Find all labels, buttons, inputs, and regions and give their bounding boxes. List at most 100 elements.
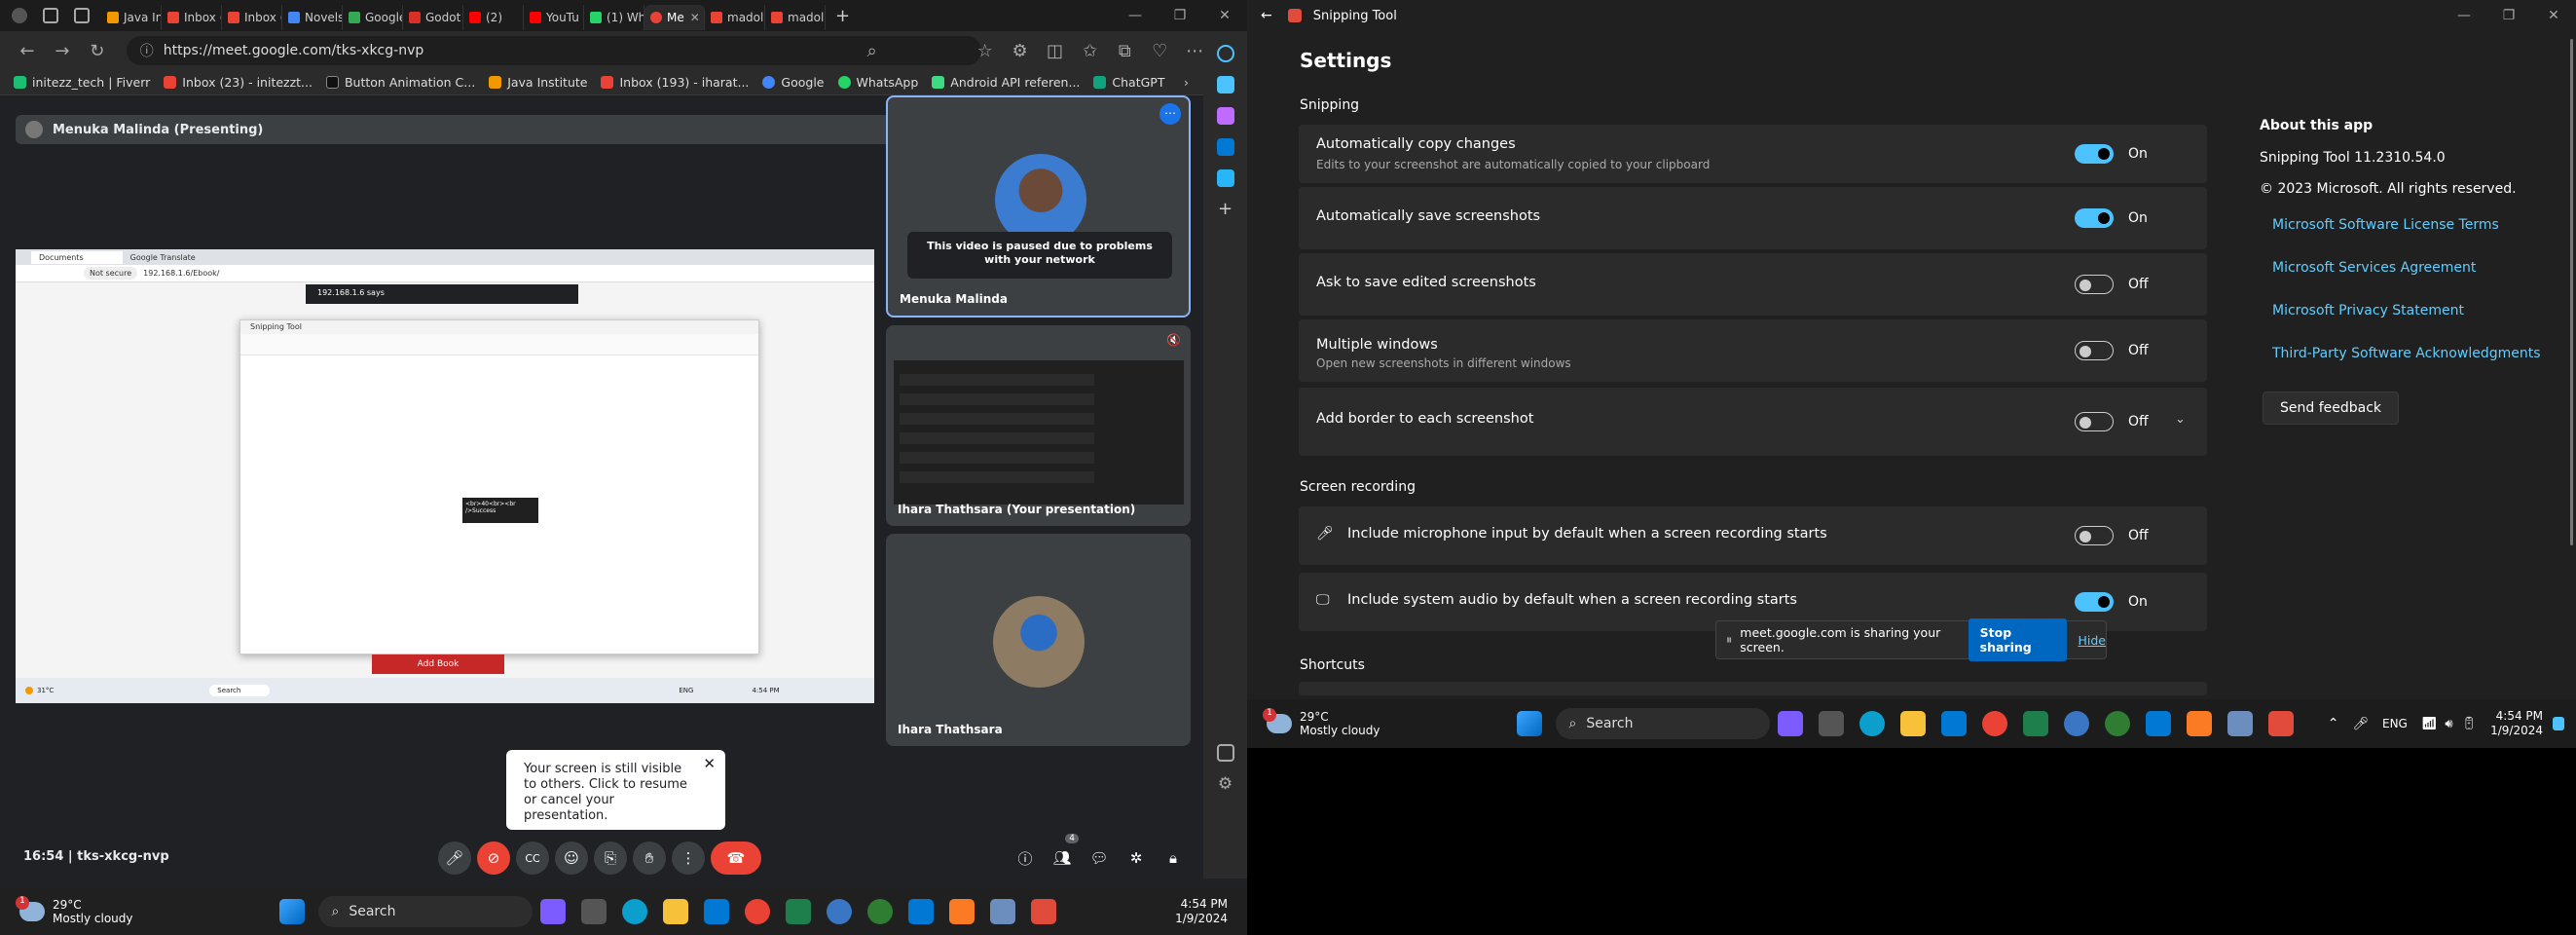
drop-icon[interactable] — [1216, 169, 1234, 187]
tab-google[interactable]: Google — [343, 5, 403, 30]
hide-link[interactable]: Hide — [2079, 633, 2107, 648]
weather-icon[interactable]: 1 — [16, 896, 45, 921]
tab-youtube-1[interactable]: (2) — [463, 5, 524, 30]
more-options-icon[interactable]: ⋯ — [1159, 103, 1181, 125]
hs-icon[interactable] — [866, 899, 893, 924]
back-icon[interactable]: ← — [10, 41, 45, 61]
tab-godot[interactable]: Godot — [403, 5, 463, 30]
tab-madol-2[interactable]: madol — [765, 5, 826, 30]
send-feedback-button[interactable]: Send feedback — [2263, 392, 2399, 425]
chrome-icon[interactable] — [744, 899, 770, 924]
people-button[interactable]: 👥︎ 4 — [1046, 834, 1079, 875]
add-icon[interactable]: + — [1217, 201, 1234, 218]
leave-call-button[interactable]: ☎︎ — [711, 842, 761, 875]
terminal-icon[interactable] — [785, 899, 811, 924]
toggle-switch[interactable] — [2075, 412, 2114, 431]
tab-meet[interactable]: Me ✕ — [644, 5, 705, 30]
services-agreement-link[interactable]: Microsoft Services Agreement — [2272, 260, 2476, 276]
tab-novels[interactable]: Novels — [282, 5, 343, 30]
task-view-icon[interactable] — [1818, 711, 1844, 736]
mail-icon[interactable] — [1940, 711, 1967, 736]
toggle-switch[interactable] — [2075, 526, 2114, 545]
camera-off-button[interactable]: ⊘ — [477, 842, 510, 875]
back-icon[interactable]: ← — [1261, 8, 1272, 23]
tab-whatsapp[interactable]: (1) Wh — [584, 5, 644, 30]
raise-hand-button[interactable]: ✋︎ — [633, 842, 666, 875]
snipping-tool-icon[interactable] — [1030, 899, 1056, 924]
chevron-right-icon[interactable]: › — [1184, 75, 1189, 90]
bookmark-android-api[interactable]: Android API referen... — [932, 75, 1080, 90]
snipping-tool-icon[interactable] — [2267, 711, 2294, 736]
file-explorer-icon[interactable] — [1899, 711, 1926, 736]
profile-icon[interactable] — [12, 8, 27, 23]
toggle-switch[interactable] — [2075, 144, 2114, 164]
drag-handle-icon[interactable]: ⏸ — [1726, 632, 1732, 648]
vertical-tabs-icon[interactable] — [74, 8, 90, 23]
participant-tile-ihara-presentation[interactable]: 🔇 Ihara Thathsara (Your presentation) — [886, 325, 1191, 526]
tab-inbox-2[interactable]: Inbox ( — [222, 5, 282, 30]
microphone-tray-icon[interactable]: 🎤︎ — [2352, 717, 2369, 731]
participant-tile-menuka[interactable]: ⋯ This video is paused due to problems w… — [886, 95, 1191, 318]
captions-button[interactable]: CC — [516, 842, 549, 875]
split-screen-icon[interactable]: ◫ — [1038, 41, 1073, 61]
favorite-icon[interactable]: ☆ — [968, 41, 1003, 61]
battery-icon[interactable]: 🔋︎ — [2461, 717, 2478, 731]
meeting-details-button[interactable]: ⓘ — [1009, 842, 1042, 875]
bookmark-whatsapp[interactable]: WhatsApp — [837, 75, 918, 90]
url-input[interactable]: ⓘ https://meet.google.com/tks-xkcg-nvp — [126, 36, 981, 65]
app-icon[interactable] — [826, 899, 852, 924]
maximize-icon[interactable]: ❐ — [1158, 8, 1202, 23]
toggle-switch[interactable] — [2075, 275, 2114, 294]
clock[interactable]: 4:54 PM 1/9/2024 — [2490, 709, 2543, 738]
chevron-down-icon[interactable]: ⌄ — [2175, 412, 2186, 427]
weather-widget[interactable]: 29°C Mostly cloudy — [53, 898, 133, 925]
start-icon[interactable] — [278, 899, 305, 924]
settings-taskbar-icon[interactable] — [2226, 711, 2253, 736]
bookmark-inbox-193[interactable]: Inbox (193) - iharat... — [601, 75, 749, 90]
weather-icon[interactable]: 1 — [1263, 708, 1292, 733]
weather-widget[interactable]: 29°C Mostly cloudy — [1300, 710, 1380, 737]
settings-taskbar-icon[interactable] — [989, 899, 1015, 924]
edge-icon[interactable] — [1858, 711, 1885, 736]
present-button[interactable]: ⎘ — [594, 842, 627, 875]
setting-multiple-windows[interactable]: Multiple windows Open new screenshots in… — [1299, 319, 2207, 382]
start-icon[interactable] — [1516, 711, 1542, 736]
host-controls-button[interactable]: 🔒︎ — [1157, 842, 1190, 875]
hs-icon[interactable] — [2104, 711, 2130, 736]
setting-ask-to-save[interactable]: Ask to save edited screenshots Off — [1299, 253, 2207, 316]
workspaces-icon[interactable] — [43, 8, 58, 23]
bookmark-inbox-23[interactable]: Inbox (23) - initezzt... — [164, 75, 313, 90]
chat-button[interactable]: 💬︎ — [1083, 842, 1116, 875]
search-input[interactable]: ⌕ Search — [1555, 708, 1770, 739]
new-tab-icon[interactable]: + — [835, 6, 850, 26]
browser-essentials-icon[interactable]: ♡ — [1142, 41, 1177, 61]
volume-icon[interactable]: 🔊︎ — [2445, 717, 2452, 731]
chrome-icon[interactable] — [1981, 711, 2007, 736]
search-input[interactable]: ⌕ Search — [317, 896, 533, 927]
collections-icon[interactable]: ⧉ — [1107, 41, 1142, 61]
close-window-icon[interactable]: ✕ — [1202, 8, 1247, 23]
terminal-icon[interactable] — [2022, 711, 2048, 736]
minimize-icon[interactable]: — — [1113, 8, 1158, 23]
toggle-switch[interactable] — [2075, 592, 2114, 612]
minimize-icon[interactable]: — — [2442, 8, 2486, 23]
setting-microphone[interactable]: 🎤︎ Include microphone input by default w… — [1299, 506, 2207, 565]
shopping-icon[interactable] — [1216, 76, 1234, 94]
toggle-switch[interactable] — [2075, 341, 2114, 360]
outlook-icon[interactable] — [1216, 138, 1234, 156]
close-icon[interactable]: ✕ — [703, 756, 716, 771]
bookmark-java-institute[interactable]: Java Institute — [489, 75, 587, 90]
setting-add-border[interactable]: Add border to each screenshot Off ⌄ — [1299, 388, 2207, 456]
tools-icon[interactable] — [1216, 107, 1234, 125]
microphone-button[interactable]: 🎤︎ — [438, 842, 471, 875]
mail-icon[interactable] — [703, 899, 729, 924]
tab-madol-1[interactable]: madol — [705, 5, 765, 30]
scrollbar[interactable] — [2570, 39, 2573, 545]
stop-sharing-button[interactable]: Stop sharing — [1968, 618, 2067, 661]
clock[interactable]: 4:54 PM 1/9/2024 — [1175, 897, 1228, 926]
edge-icon[interactable] — [621, 899, 647, 924]
extensions-icon[interactable]: ⚙ — [1003, 41, 1038, 61]
language-indicator[interactable]: ENG — [2382, 717, 2408, 730]
close-icon[interactable]: ✕ — [690, 11, 700, 24]
bookmark-fiverr[interactable]: initezz_tech | Fiverr — [14, 75, 150, 90]
